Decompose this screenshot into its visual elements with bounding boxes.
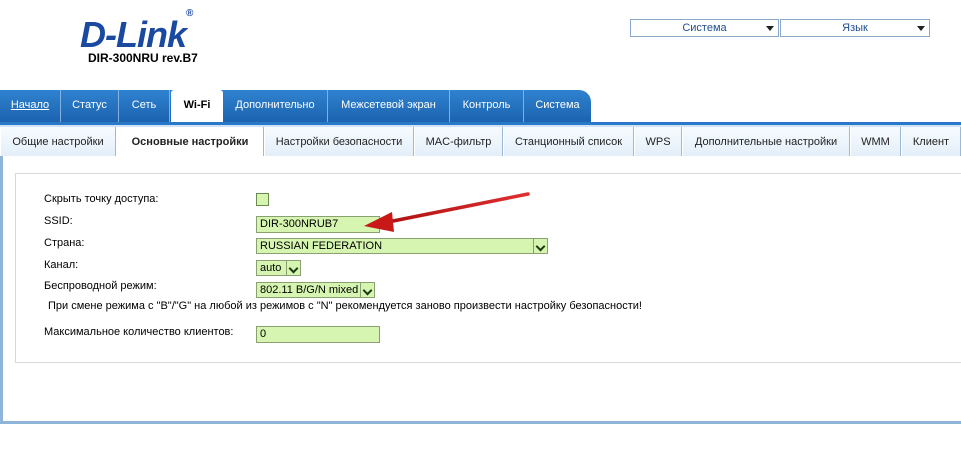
- annotation-arrow-icon: [364, 192, 530, 232]
